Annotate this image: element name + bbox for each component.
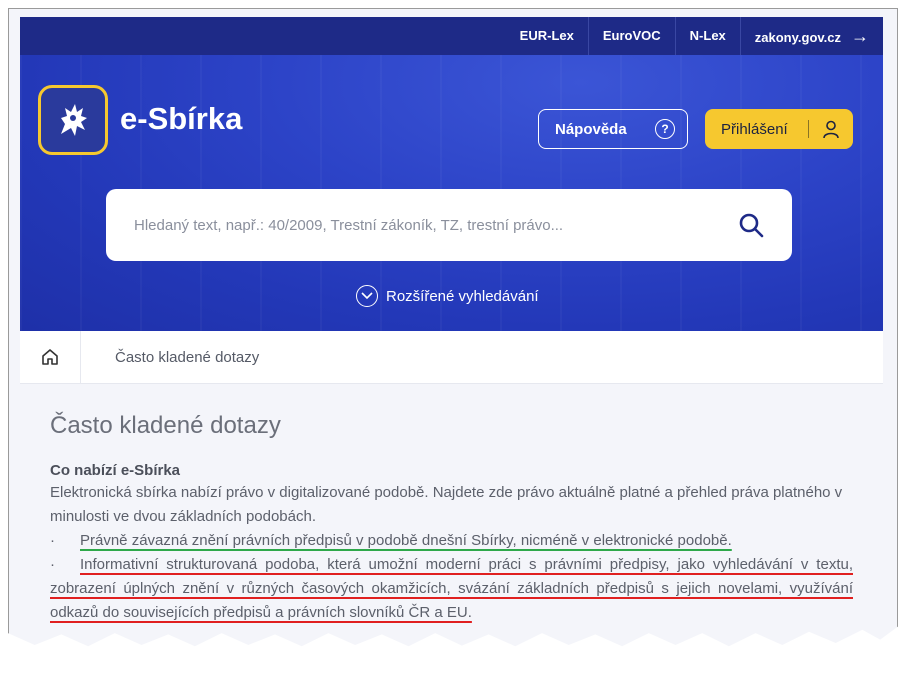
- link-zakony[interactable]: zakony.gov.cz →: [739, 17, 883, 55]
- link-eurovoc[interactable]: EuroVOC: [587, 17, 675, 55]
- chevron-down-circle-icon: [356, 285, 378, 307]
- login-divider: [807, 120, 809, 138]
- bullet-marker: ·: [50, 532, 55, 549]
- list-item: · Právně závazná znění právních předpisů …: [50, 529, 853, 553]
- search-box: [106, 189, 792, 261]
- list-item: · Informativní strukturovaná podoba, kter…: [50, 553, 853, 625]
- breadcrumb: Často kladené dotazy: [20, 331, 883, 384]
- login-label: Přihlášení: [721, 120, 788, 138]
- help-label: Nápověda: [555, 120, 627, 138]
- hero-header: e-Sbírka Nápověda ? Přihlášení Hledaný t…: [20, 55, 883, 331]
- user-icon: [823, 120, 839, 139]
- screenshot-frame: EUR-Lex EuroVOC N-Lex zakony.gov.cz → e-S…: [8, 8, 898, 647]
- help-button[interactable]: Nápověda ?: [538, 109, 688, 149]
- search-input[interactable]: [132, 215, 716, 235]
- intro-paragraph: Elektronická sbírka nabízí právo v digit…: [50, 484, 843, 525]
- czech-lion-icon: [61, 104, 87, 136]
- page: EUR-Lex EuroVOC N-Lex zakony.gov.cz → e-S…: [20, 17, 883, 646]
- advanced-search-label: Rozšířené vyhledávání: [386, 287, 539, 305]
- bullet-marker: ·: [50, 556, 55, 573]
- question-circle-icon: ?: [655, 119, 675, 139]
- breadcrumb-home[interactable]: [20, 331, 81, 383]
- esbirka-logo[interactable]: [38, 85, 108, 155]
- page-title: Často kladené dotazy: [50, 412, 281, 439]
- bullet-text-1: Právně závazná znění právních předpisů v…: [80, 532, 732, 549]
- link-n-lex[interactable]: N-Lex: [674, 17, 740, 55]
- bullet-text-2: Informativní strukturovaná podoba, která…: [50, 556, 853, 621]
- arrow-right-icon: →: [851, 26, 869, 46]
- section-title: Co nabízí e-Sbírka: [50, 462, 181, 479]
- home-icon: [42, 349, 58, 365]
- brand-name[interactable]: e-Sbírka: [120, 101, 242, 137]
- search-icon[interactable]: [738, 212, 764, 238]
- top-link-bar: EUR-Lex EuroVOC N-Lex zakony.gov.cz →: [20, 17, 883, 55]
- link-eur-lex[interactable]: EUR-Lex: [506, 17, 588, 55]
- main-content: Často kladené dotazy Co nabízí e-Sbírka …: [20, 384, 883, 646]
- breadcrumb-current: Často kladené dotazy: [115, 348, 260, 366]
- link-zakony-label: zakony.gov.cz: [754, 30, 841, 45]
- advanced-search-toggle[interactable]: Rozšířené vyhledávání: [356, 285, 539, 307]
- login-button[interactable]: Přihlášení: [705, 109, 853, 149]
